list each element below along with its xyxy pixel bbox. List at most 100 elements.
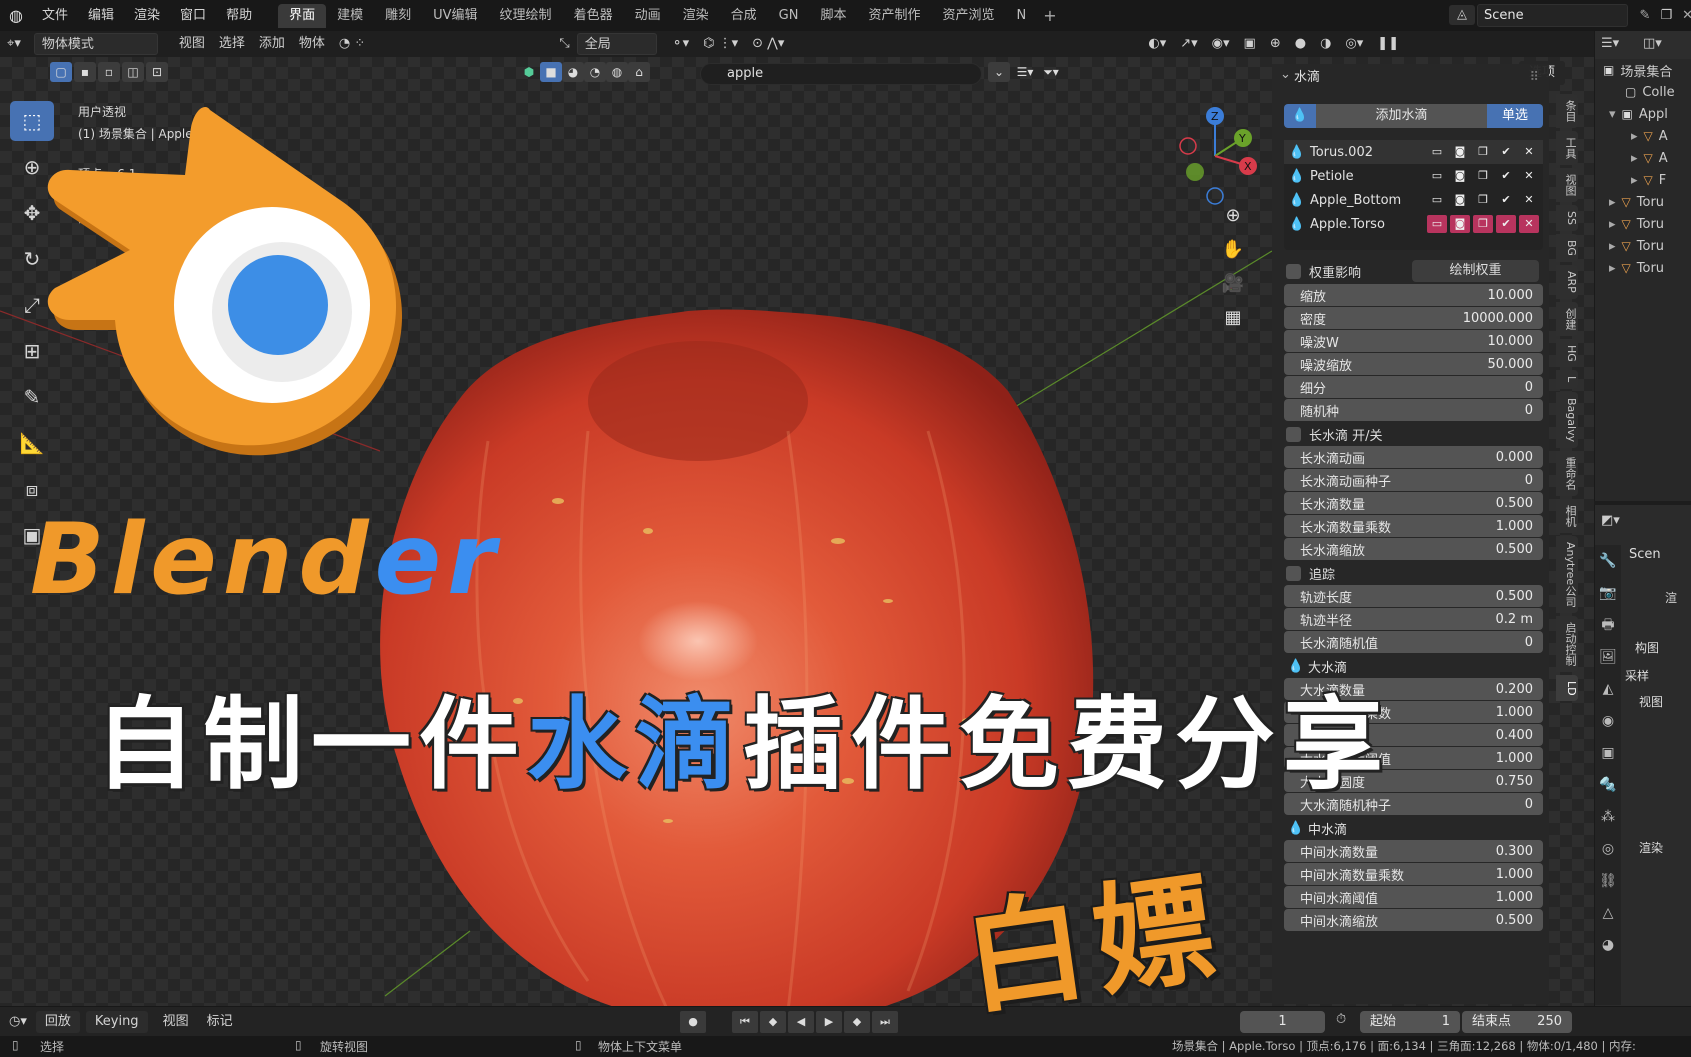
list-item[interactable]: 💧 Apple_Bottom ▭ ◙ ❐ ✔ ✕: [1284, 188, 1543, 212]
jump-end-icon[interactable]: ⏭: [872, 1011, 898, 1033]
particles-tab-icon[interactable]: ⁂: [1595, 801, 1621, 833]
expand-icon[interactable]: ▸: [1609, 195, 1616, 210]
tab-ss[interactable]: SS: [1556, 205, 1578, 231]
render-section[interactable]: 渲染: [1639, 839, 1663, 856]
pin-icon[interactable]: ✎: [1640, 8, 1651, 23]
outliner-row[interactable]: ▸ ▽ F: [1595, 169, 1691, 191]
viewport-icon[interactable]: ❐: [1473, 143, 1493, 161]
outliner-row[interactable]: ▣ 场景集合: [1595, 59, 1691, 81]
modifier-tab-icon[interactable]: 🔩: [1595, 769, 1621, 801]
object-tab-icon[interactable]: ▣: [1595, 737, 1621, 769]
physics-tab-icon[interactable]: ◎: [1595, 833, 1621, 865]
menu-window[interactable]: 窗口: [170, 0, 216, 31]
prop-field[interactable]: 长水滴动画 0.000: [1284, 446, 1543, 468]
outliner-row[interactable]: ▸ ▽ Toru: [1595, 191, 1691, 213]
menu-render[interactable]: 渲染: [124, 0, 170, 31]
tab-anytree[interactable]: Anytree公司: [1556, 535, 1578, 613]
navigation-gizmo[interactable]: Z Y X: [1160, 106, 1270, 216]
expand-icon[interactable]: ▸: [1609, 217, 1616, 232]
tab-ld[interactable]: LD: [1556, 674, 1578, 702]
menu-marker[interactable]: 标记: [198, 1011, 242, 1033]
outliner-row[interactable]: ▢ Colle: [1595, 81, 1691, 103]
close-icon[interactable]: ✕: [1519, 143, 1539, 161]
monitor-icon[interactable]: ▭: [1427, 215, 1447, 233]
expand-icon[interactable]: ▸: [1609, 239, 1616, 254]
outliner-row[interactable]: ▸ ▽ Toru: [1595, 235, 1691, 257]
outliner-row[interactable]: ▸ ▽ A: [1595, 147, 1691, 169]
viewport-icon[interactable]: ❐: [1473, 215, 1493, 233]
end-frame-field[interactable]: 结束点 250: [1462, 1011, 1572, 1033]
properties-type-icon[interactable]: ◩▾: [1601, 513, 1620, 528]
display-mode-icon[interactable]: ◫▾: [1643, 36, 1662, 51]
prop-field[interactable]: 中间水滴缩放 0.500: [1284, 909, 1543, 931]
prop-field[interactable]: 长水滴动画种子 0: [1284, 469, 1543, 491]
expand-icon[interactable]: ▸: [1631, 129, 1638, 144]
check-icon[interactable]: ✔: [1496, 191, 1516, 209]
tab-rename[interactable]: 重命名: [1556, 450, 1578, 496]
tab-view[interactable]: 视图: [1556, 168, 1578, 202]
expand-icon[interactable]: ▸: [1609, 261, 1616, 276]
tab-asset-making[interactable]: 资产制作: [857, 4, 931, 28]
monitor-icon[interactable]: ▭: [1427, 143, 1447, 161]
blender-menu-icon[interactable]: ◍: [0, 0, 32, 31]
prop-field[interactable]: 长水滴数量 0.500: [1284, 492, 1543, 514]
check-icon[interactable]: ✔: [1496, 215, 1516, 233]
close-icon[interactable]: ✕: [1682, 8, 1691, 23]
tab-uv-editing[interactable]: UV编辑: [422, 4, 488, 28]
constraint-tab-icon[interactable]: ⛓: [1595, 865, 1621, 897]
prop-field[interactable]: 长水滴缩放 0.500: [1284, 538, 1543, 560]
list-item[interactable]: 💧 Apple.Torso ▭ ◙ ❐ ✔ ✕: [1284, 212, 1543, 236]
tab-launch-control[interactable]: 启动控制: [1556, 615, 1578, 672]
render-tab-icon[interactable]: 📷: [1595, 577, 1621, 609]
tab-l[interactable]: L: [1556, 370, 1578, 389]
prop-field[interactable]: 随机种 0: [1284, 399, 1543, 421]
prop-field[interactable]: 中间水滴数量 0.300: [1284, 840, 1543, 862]
prop-field[interactable]: 中间水滴阈值 1.000: [1284, 886, 1543, 908]
prop-field[interactable]: 中间水滴数量乘数 1.000: [1284, 863, 1543, 885]
pan-hand-icon[interactable]: ✋: [1215, 235, 1251, 265]
camera-icon[interactable]: 🎥: [1215, 269, 1251, 299]
expand-icon[interactable]: ▸: [1631, 151, 1638, 166]
trail-checkbox[interactable]: [1286, 565, 1301, 581]
scene-selector[interactable]: ◬ Scene ✎ ❐ ✕: [1445, 3, 1691, 28]
jump-start-icon[interactable]: ⏮: [732, 1011, 758, 1033]
sampling-section[interactable]: 采样: [1625, 667, 1649, 684]
waterdrop-icon[interactable]: 💧: [1284, 104, 1316, 128]
tab-tool[interactable]: 工具: [1556, 131, 1578, 165]
add-drop-button[interactable]: 添加水滴: [1316, 104, 1487, 128]
current-frame-field[interactable]: 1: [1240, 1011, 1325, 1033]
outliner-type-icon[interactable]: ☰▾: [1601, 36, 1619, 51]
outliner-row[interactable]: ▸ ▽ Toru: [1595, 213, 1691, 235]
mid-drop-section[interactable]: 💧 中水滴: [1284, 817, 1543, 839]
prop-field[interactable]: 噪波缩放 50.000: [1284, 353, 1543, 375]
paint-weight-button[interactable]: 绘制权重: [1412, 260, 1539, 282]
prev-keyframe-icon[interactable]: ◆: [760, 1011, 786, 1033]
timeline-type-icon[interactable]: ◷▾: [0, 1011, 36, 1033]
tab-shading[interactable]: 着色器: [563, 4, 624, 28]
check-icon[interactable]: ✔: [1496, 167, 1516, 185]
camera-icon[interactable]: ◙: [1450, 143, 1470, 161]
close-icon[interactable]: ✕: [1519, 167, 1539, 185]
grid-perspective-icon[interactable]: ▦: [1215, 303, 1251, 333]
tab-sculpting[interactable]: 雕刻: [374, 4, 422, 28]
weight-checkbox[interactable]: [1286, 263, 1301, 279]
tab-hg[interactable]: HG: [1556, 338, 1578, 368]
menu-edit[interactable]: 编辑: [78, 0, 124, 31]
prop-field[interactable]: 细分 0: [1284, 376, 1543, 398]
start-frame-field[interactable]: 起始 1: [1360, 1011, 1460, 1033]
close-icon[interactable]: ✕: [1519, 191, 1539, 209]
data-tab-icon[interactable]: △: [1595, 897, 1621, 929]
tab-compositing[interactable]: 合成: [720, 4, 768, 28]
prop-field[interactable]: 密度 10000.000: [1284, 307, 1543, 329]
view-layer-tab-icon[interactable]: 🖼: [1595, 641, 1621, 673]
prop-field[interactable]: 长水滴数量乘数 1.000: [1284, 515, 1543, 537]
tab-bg[interactable]: BG: [1556, 233, 1578, 262]
expand-icon[interactable]: ▾: [1609, 107, 1616, 122]
outliner-row[interactable]: ▸ ▽ Toru: [1595, 257, 1691, 279]
tab-texture-paint[interactable]: 纹理绘制: [489, 4, 563, 28]
next-keyframe-icon[interactable]: ◆: [844, 1011, 870, 1033]
menu-file[interactable]: 文件: [32, 0, 78, 31]
list-item[interactable]: 💧 Petiole ▭ ◙ ❐ ✔ ✕: [1284, 164, 1543, 188]
viewport-icon[interactable]: ❐: [1473, 167, 1493, 185]
tab-rendering[interactable]: 渲染: [672, 4, 720, 28]
